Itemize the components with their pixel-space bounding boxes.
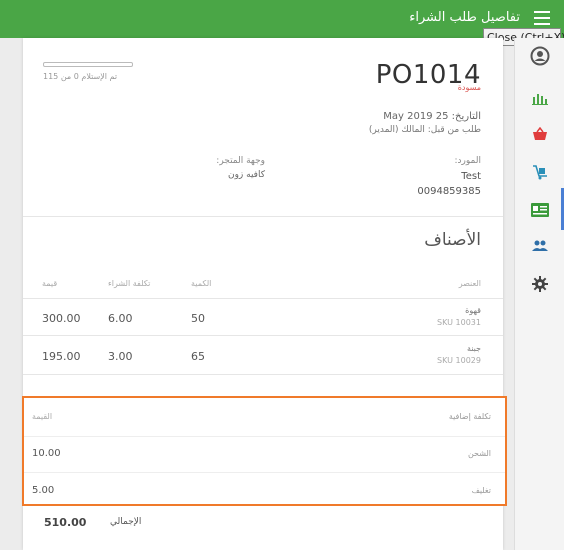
item-quantity: 65 bbox=[191, 350, 205, 363]
item-sku: SKU 10031 bbox=[437, 318, 481, 327]
divider bbox=[23, 335, 503, 336]
divider bbox=[24, 472, 505, 473]
total-label: الإجمالي bbox=[110, 517, 142, 527]
item-name: جبنة bbox=[466, 344, 481, 353]
column-header-purchase-cost: تكلفة الشراء bbox=[108, 279, 151, 288]
column-header-quantity: الكمية bbox=[191, 279, 212, 288]
supplier-phone: 0094859385 bbox=[417, 186, 481, 197]
additional-costs-panel: تكلفة إضافية القيمة الشحن 10.00 تغليف 5.… bbox=[22, 396, 507, 506]
additional-cost-value: 10.00 bbox=[32, 448, 61, 459]
divider bbox=[24, 436, 505, 437]
additional-cost-label: الشحن bbox=[467, 449, 491, 458]
bar-chart-icon[interactable] bbox=[515, 86, 564, 110]
right-sidebar bbox=[514, 38, 564, 550]
item-value: 300.00 bbox=[42, 312, 81, 325]
user-circle-icon[interactable] bbox=[515, 44, 564, 68]
additional-value-header: القيمة bbox=[32, 412, 53, 421]
item-purchase-cost: 6.00 bbox=[108, 312, 133, 325]
basket-icon[interactable] bbox=[515, 122, 564, 146]
additional-cost-header: تكلفة إضافية bbox=[448, 412, 491, 421]
divider bbox=[23, 298, 503, 299]
item-name: قهوة bbox=[465, 306, 481, 315]
people-icon[interactable] bbox=[515, 234, 564, 258]
destination-store-value: كافيه زون bbox=[227, 170, 265, 180]
item-value: 195.00 bbox=[42, 350, 81, 363]
id-card-icon[interactable] bbox=[515, 198, 564, 222]
cart-dolly-icon[interactable] bbox=[515, 160, 564, 184]
total-value: 510.00 bbox=[44, 516, 87, 529]
received-progress-bar bbox=[43, 62, 133, 67]
supplier-name: Test bbox=[461, 171, 481, 182]
top-app-bar: تفاصيل طلب الشراء bbox=[0, 0, 564, 38]
divider bbox=[23, 216, 503, 217]
items-section-title: الأصناف bbox=[424, 230, 481, 250]
requested-by: طلب من قبل: المالك (المدير) bbox=[368, 125, 481, 135]
page-title: تفاصيل طلب الشراء bbox=[409, 10, 520, 25]
supplier-label: المورد: bbox=[454, 156, 481, 166]
destination-store-label: وجهة المتجر: bbox=[216, 156, 265, 166]
status-badge: مسودة bbox=[457, 83, 481, 92]
hamburger-icon[interactable] bbox=[534, 11, 550, 25]
additional-cost-value: 5.00 bbox=[32, 485, 55, 496]
additional-cost-label: تغليف bbox=[471, 486, 491, 495]
column-header-value: قيمة bbox=[42, 279, 58, 288]
gear-icon[interactable] bbox=[515, 272, 564, 296]
order-date: التاريخ: 25 May 2019 bbox=[383, 111, 481, 122]
received-progress-label: تم الإستلام 0 من 115 bbox=[43, 72, 118, 81]
item-purchase-cost: 3.00 bbox=[108, 350, 133, 363]
item-sku: SKU 10029 bbox=[437, 356, 481, 365]
item-quantity: 50 bbox=[191, 312, 205, 325]
divider bbox=[23, 374, 503, 375]
column-header-element: العنصر bbox=[458, 279, 481, 288]
